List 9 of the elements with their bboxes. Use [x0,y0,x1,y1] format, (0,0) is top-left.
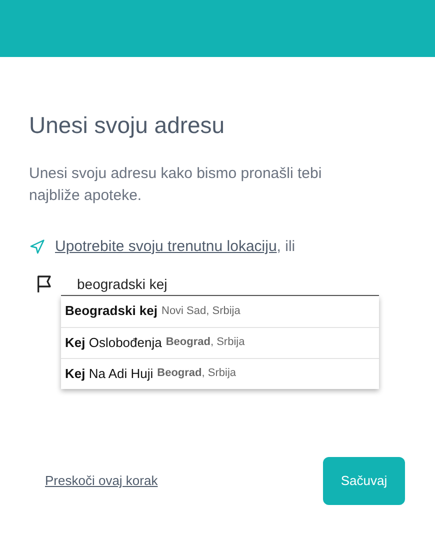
current-location-link[interactable]: Upotrebite svoju trenutnu lokaciju [55,238,277,255]
description: Unesi svoju adresu kako bismo pronašli tebi najbliže apoteke. [29,164,323,206]
navigation-arrow-icon [29,239,45,256]
suggestion-item[interactable]: Kej Oslobođenja Beograd, Srbija [61,326,379,358]
suggestion-item[interactable]: Beogradski kej Novi Sad, Srbija [61,296,379,326]
page-title: Unesi svoju adresu [29,111,226,140]
or-text: , ili [276,238,296,255]
skip-link[interactable]: Preskoči ovaj korak [45,471,158,491]
suggestion-item[interactable]: Kej Na Adi Huji Beograd, Srbija [61,358,379,388]
